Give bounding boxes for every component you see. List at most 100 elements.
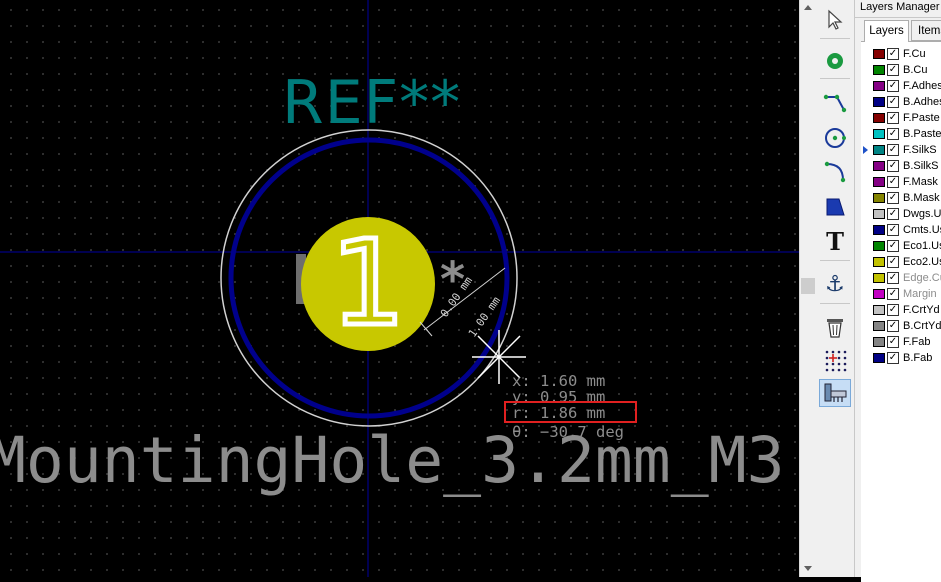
measure-r-readout: r: 1.86 mm [512,404,605,422]
layer-row[interactable]: ✓ B.SilkS [861,158,941,174]
layer-visibility-checkbox[interactable]: ✓ [887,336,899,348]
place-anchor-button[interactable]: ⚓ [819,270,851,298]
draw-arc-button[interactable] [819,158,851,186]
trash-icon [827,319,843,338]
layer-color-swatch[interactable] [873,337,885,347]
vertical-scrollbar[interactable] [799,0,817,577]
layer-visibility-checkbox[interactable]: ✓ [887,352,899,364]
layer-visibility-checkbox[interactable]: ✓ [887,272,899,284]
layer-color-swatch[interactable] [873,209,885,219]
layer-name: Cmts.User [903,224,941,236]
layer-row[interactable]: ✓ F.Cu [861,46,941,62]
layer-color-swatch[interactable] [873,321,885,331]
scroll-down-arrow-icon[interactable] [804,566,812,571]
pad-number: 1 [330,214,405,352]
layer-row[interactable]: ✓ B.CrtYd [861,318,941,334]
layer-row[interactable]: ✓ Cmts.User [861,222,941,238]
layer-color-swatch[interactable] [873,97,885,107]
layer-row[interactable]: ✓ F.Adhes [861,78,941,94]
layer-row[interactable]: ✓ Eco2.User [861,254,941,270]
layer-color-swatch[interactable] [873,225,885,235]
layer-row[interactable]: ✓ Eco1.User [861,238,941,254]
layer-row[interactable]: ✓ F.Paste [861,110,941,126]
layer-visibility-checkbox[interactable]: ✓ [887,144,899,156]
layer-color-swatch[interactable] [873,145,885,155]
layer-visibility-checkbox[interactable]: ✓ [887,80,899,92]
text-icon: T [826,226,844,256]
measure-icon [824,383,847,402]
layer-row[interactable]: ✓ B.Paste [861,126,941,142]
layer-row[interactable]: ✓ F.Mask [861,174,941,190]
layer-visibility-checkbox[interactable]: ✓ [887,256,899,268]
arrow-cursor-icon [828,9,843,30]
layer-visibility-checkbox[interactable]: ✓ [887,208,899,220]
tab-layers[interactable]: Layers [864,20,909,42]
layer-color-swatch[interactable] [873,273,885,283]
draw-circle-button[interactable] [819,124,851,152]
layer-visibility-checkbox[interactable]: ✓ [887,192,899,204]
layer-name: B.Cu [903,64,928,76]
layers-manager-title: Layers Manager [855,0,941,18]
layer-name: F.Fab [903,336,931,348]
layer-visibility-checkbox[interactable]: ✓ [887,288,899,300]
layer-visibility-checkbox[interactable]: ✓ [887,112,899,124]
layer-color-swatch[interactable] [873,49,885,59]
layer-color-swatch[interactable] [873,353,885,363]
layer-color-swatch[interactable] [873,65,885,75]
layer-visibility-checkbox[interactable]: ✓ [887,224,899,236]
layer-visibility-checkbox[interactable]: ✓ [887,160,899,172]
layer-color-swatch[interactable] [873,289,885,299]
layer-row[interactable]: ✓ B.Fab [861,350,941,366]
select-tool-button[interactable] [819,6,851,34]
layer-row[interactable]: ✓ B.Adhes [861,94,941,110]
layer-name: B.SilkS [903,160,939,172]
footprint-value[interactable]: MountingHole_3.2mm_M3 [0,424,785,497]
pcb-canvas[interactable]: * 1 0.00 mm 1.00 mm REF** MountingHole_3… [0,0,799,577]
layer-visibility-checkbox[interactable]: ✓ [887,128,899,140]
layer-color-swatch[interactable] [873,241,885,251]
layer-color-swatch[interactable] [873,113,885,123]
footprint-reference[interactable]: REF** [282,68,461,138]
arc-icon [824,161,846,183]
layer-color-swatch[interactable] [873,305,885,315]
layer-color-swatch[interactable] [873,161,885,171]
layer-name: Eco1.User [903,240,941,252]
layer-row[interactable]: ✓ Margin [861,286,941,302]
scroll-thumb[interactable] [801,278,815,294]
layer-row[interactable]: ✓ B.Cu [861,62,941,78]
draw-line-button[interactable] [819,89,851,117]
draw-polygon-button[interactable] [819,193,851,221]
layer-visibility-checkbox[interactable]: ✓ [887,304,899,316]
delete-button[interactable] [819,313,851,341]
layer-row[interactable]: ✓ F.Fab [861,334,941,350]
layer-row[interactable]: ✓ Edge.Cuts [861,270,941,286]
layer-visibility-checkbox[interactable]: ✓ [887,176,899,188]
polygon-icon [826,198,845,216]
layer-visibility-checkbox[interactable]: ✓ [887,64,899,76]
layer-visibility-checkbox[interactable]: ✓ [887,240,899,252]
layer-row[interactable]: ✓ F.SilkS [861,142,941,158]
layer-color-swatch[interactable] [873,177,885,187]
add-text-button[interactable]: T [819,226,851,256]
layer-visibility-checkbox[interactable]: ✓ [887,320,899,332]
measure-tool-button[interactable] [819,379,851,407]
layer-row[interactable]: ✓ F.CrtYd [861,302,941,318]
line-icon [823,94,847,113]
tab-items[interactable]: Items [911,20,941,41]
layer-row[interactable]: ✓ Dwgs.User [861,206,941,222]
layer-visibility-checkbox[interactable]: ✓ [887,48,899,60]
layer-name: B.Fab [903,352,933,364]
add-pad-button[interactable] [819,47,851,75]
layer-color-swatch[interactable] [873,81,885,91]
layer-row[interactable]: ✓ B.Mask [861,190,941,206]
layer-visibility-checkbox[interactable]: ✓ [887,96,899,108]
layer-name: B.Paste [903,128,941,140]
layer-color-swatch[interactable] [873,257,885,267]
layer-color-swatch[interactable] [873,193,885,203]
grid-origin-button[interactable] [819,346,851,374]
layer-color-swatch[interactable] [873,129,885,139]
measure-theta-readout: θ: −30.7 deg [512,423,624,441]
layer-name: F.Paste [903,112,940,124]
scroll-up-arrow-icon[interactable] [804,5,812,10]
layer-name: F.Mask [903,176,938,188]
